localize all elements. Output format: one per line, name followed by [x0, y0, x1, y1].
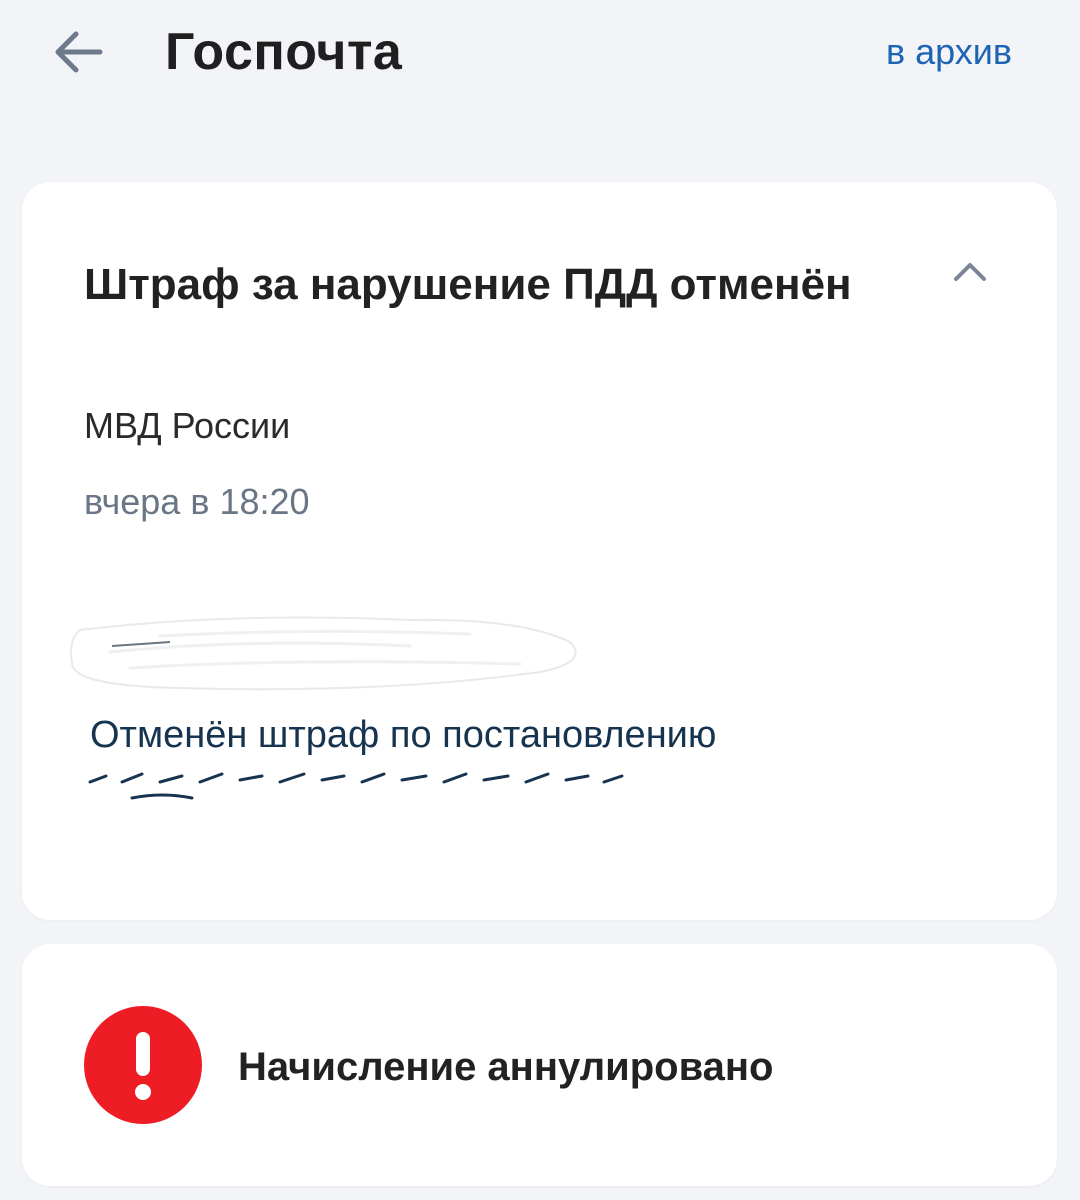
collapse-button[interactable]: [950, 252, 990, 292]
message-timestamp: вчера в 18:20: [84, 481, 310, 522]
message-card: Штраф за нарушение ПДД отменён МВД Росси…: [22, 182, 1057, 920]
redaction-smudge: [70, 616, 577, 691]
status-card: Начисление аннулировано: [22, 944, 1057, 1186]
chevron-up-icon: [954, 263, 986, 281]
back-button[interactable]: [52, 28, 104, 76]
status-text: Начисление аннулировано: [238, 1045, 774, 1089]
message-body: Отменён штраф по постановлению: [90, 714, 717, 756]
redacted-text: [88, 772, 624, 800]
page-title: Госпочта: [165, 23, 403, 81]
alert-circle-icon: [84, 1006, 202, 1124]
sender-name: МВД России: [84, 405, 291, 446]
top-bar: Госпочта в архив: [0, 0, 1080, 110]
archive-button[interactable]: в архив: [886, 30, 1012, 74]
arrow-left-icon: [55, 31, 103, 73]
message-title: Штраф за нарушение ПДД отменён: [84, 260, 852, 309]
